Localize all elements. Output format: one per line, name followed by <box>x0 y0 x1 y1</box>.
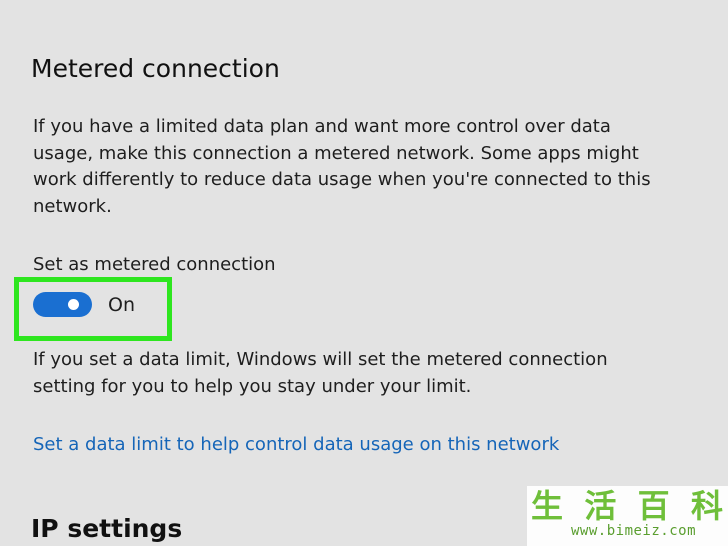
metered-description: If you have a limited data plan and want… <box>33 116 651 217</box>
metered-connection-settings: Metered connection If you have a limited… <box>0 0 728 546</box>
section-title-ip-settings: IP settings <box>31 514 183 543</box>
watermark-logo: 生 活 百 科 www.bimeiz.com <box>527 486 728 546</box>
watermark-char: 活 <box>584 487 617 525</box>
metered-toggle-label: Set as metered connection <box>33 254 276 275</box>
watermark-characters: 生 活 百 科 <box>531 488 723 524</box>
watermark-char: 生 <box>531 487 564 525</box>
section-title-metered-connection: Metered connection <box>31 54 280 83</box>
metered-connection-toggle[interactable] <box>33 292 92 317</box>
watermark-char: 百 <box>637 487 670 525</box>
data-limit-info: If you set a data limit, Windows will se… <box>33 349 608 397</box>
set-data-limit-link[interactable]: Set a data limit to help control data us… <box>33 432 559 458</box>
toggle-state-label: On <box>108 294 135 316</box>
watermark-char: 科 <box>690 487 723 525</box>
watermark-url: www.bimeiz.com <box>571 523 697 539</box>
toggle-knob <box>68 299 79 310</box>
